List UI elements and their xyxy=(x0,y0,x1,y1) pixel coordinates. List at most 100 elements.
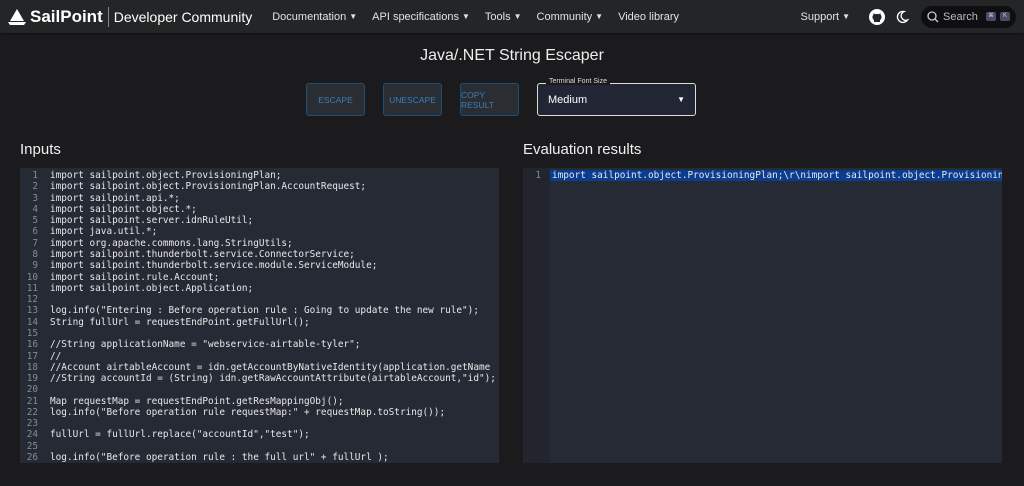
code-line: 13 log.info("Entering : Before operation … xyxy=(20,305,499,316)
nav-video-library[interactable]: Video library xyxy=(618,11,679,23)
nav-label: Video library xyxy=(618,10,680,23)
line-number: 26 xyxy=(26,452,38,463)
code-line: 23 xyxy=(20,418,499,429)
line-number: 17 xyxy=(26,350,38,362)
nav-community[interactable]: Community ▼ xyxy=(537,11,604,23)
code-text: import sailpoint.thunderbolt.service.mod… xyxy=(50,260,378,272)
nav-label: API specifications xyxy=(372,10,459,23)
terminal-font-size-select[interactable]: Terminal Font Size Medium ▼ xyxy=(537,78,696,116)
line-number: 22 xyxy=(26,406,38,418)
caret-down-icon: ▼ xyxy=(461,12,470,21)
code-line: 1 import sailpoint.object.ProvisioningPla… xyxy=(523,170,1002,182)
line-number: 10 xyxy=(26,271,38,283)
code-text: import sailpoint.object.ProvisioningPlan… xyxy=(50,181,367,193)
brand-title[interactable]: Developer Community xyxy=(114,9,253,25)
caret-down-icon: ▼ xyxy=(595,12,604,21)
font-size-value: Medium xyxy=(548,93,588,106)
line-number: 23 xyxy=(26,418,38,430)
code-text: import sailpoint.object.*; xyxy=(50,203,197,215)
nav-tools[interactable]: Tools ▼ xyxy=(485,11,522,23)
code-text: import sailpoint.rule.Account; xyxy=(50,271,220,283)
line-number: 9 xyxy=(32,260,38,272)
sailpoint-logo[interactable]: SailPoint xyxy=(8,7,103,27)
code-text: log.info("Entering : Before operation ru… xyxy=(50,305,479,317)
caret-down-icon: ▼ xyxy=(842,12,850,21)
nav-label: Support xyxy=(800,10,840,23)
code-line: 15 xyxy=(20,328,499,339)
sail-icon xyxy=(8,8,26,25)
code-text: import sailpoint.object.ProvisioningPlan… xyxy=(550,170,1002,182)
kbd-k: K xyxy=(1000,12,1010,21)
kbd-cmd: ⌘ xyxy=(986,12,996,21)
code-line: 11 import sailpoint.object.Application; xyxy=(20,283,499,294)
line-number: 25 xyxy=(26,440,38,452)
line-number: 11 xyxy=(26,282,38,294)
line-number: 3 xyxy=(32,192,38,204)
font-size-label: Terminal Font Size xyxy=(546,78,610,85)
code-line: 8 import sailpoint.thunderbolt.service.Co… xyxy=(20,249,499,260)
line-number: 21 xyxy=(26,395,38,407)
toolbar: ESCAPE UNESCAPE COPY RESULT Terminal Fon… xyxy=(0,78,1024,116)
code-text: String fullUrl = requestEndPoint.getFull… xyxy=(50,316,310,328)
code-text: import org.apache.commons.lang.StringUti… xyxy=(50,237,293,249)
search-placeholder: Search xyxy=(943,10,978,23)
line-number: 20 xyxy=(26,384,38,396)
code-text: fullUrl = fullUrl.replace("accountId","t… xyxy=(50,429,310,441)
line-number: 5 xyxy=(32,215,38,227)
results-editor[interactable]: 1 import sailpoint.object.ProvisioningPla… xyxy=(523,168,1002,463)
code-line: 26 log.info("Before operation rule : the … xyxy=(20,452,499,463)
search-icon xyxy=(927,10,939,22)
page-title: Java/.NET String Escaper xyxy=(420,47,604,64)
code-line: 7 import org.apache.commons.lang.StringUt… xyxy=(20,238,499,249)
logo-text: SailPoint xyxy=(30,6,103,26)
copy-result-button[interactable]: COPY RESULT xyxy=(460,83,519,116)
inputs-editor[interactable]: 1 import sailpoint.object.ProvisioningPla… xyxy=(20,168,499,463)
code-text: import sailpoint.object.ProvisioningPlan… xyxy=(50,170,282,181)
line-number: 1 xyxy=(32,170,38,181)
caret-down-icon: ▼ xyxy=(513,12,522,21)
line-number: 14 xyxy=(26,316,38,328)
escape-button[interactable]: ESCAPE xyxy=(306,83,365,116)
gutter xyxy=(523,168,550,463)
line-number: 15 xyxy=(26,327,38,339)
code-line: 20 xyxy=(20,384,499,395)
code-line: 12 xyxy=(20,294,499,305)
code-line: 25 xyxy=(20,441,499,452)
line-number: 24 xyxy=(26,429,38,441)
code-text: //Account airtableAccount = idn.getAccou… xyxy=(50,361,491,373)
code-line: 5 import sailpoint.server.idnRuleUtil; xyxy=(20,215,499,226)
line-number: 6 xyxy=(32,226,38,238)
code-text: import sailpoint.server.idnRuleUtil; xyxy=(50,215,254,227)
line-number: 16 xyxy=(26,339,38,351)
code-line: 9 import sailpoint.thunderbolt.service.mo… xyxy=(20,260,499,271)
code-line: 24 fullUrl = fullUrl.replace("accountId",… xyxy=(20,429,499,440)
code-line: 2 import sailpoint.object.ProvisioningPla… xyxy=(20,181,499,192)
search-button[interactable]: Search ⌘ K xyxy=(921,5,1016,28)
code-line: 16 //String applicationName = "webservice… xyxy=(20,339,499,350)
dark-mode-toggle-icon[interactable] xyxy=(895,10,909,24)
code-text: import java.util.*; xyxy=(50,226,158,238)
nav-documentation[interactable]: Documentation ▼ xyxy=(272,11,357,23)
line-number: 2 xyxy=(32,181,38,193)
code-line: 3 import sailpoint.api.*; xyxy=(20,193,499,204)
code-text: import sailpoint.api.*; xyxy=(50,192,180,204)
code-text: log.info("Before operation rule requestM… xyxy=(50,406,446,418)
line-number: 19 xyxy=(26,373,38,385)
code-line: 6 import java.util.*; xyxy=(20,226,499,237)
code-line: 14 String fullUrl = requestEndPoint.getFu… xyxy=(20,317,499,328)
code-text: import sailpoint.thunderbolt.service.Con… xyxy=(50,248,355,260)
line-number: 12 xyxy=(26,294,38,306)
nav-label: Documentation xyxy=(272,10,347,23)
caret-down-icon: ▼ xyxy=(349,12,358,21)
nav-support[interactable]: Support ▼ xyxy=(801,11,850,23)
code-line: 21 Map requestMap = requestEndPoint.getRe… xyxy=(20,396,499,407)
nav-api-specifications[interactable]: API specifications ▼ xyxy=(372,11,470,23)
nav-label: Tools xyxy=(484,10,511,23)
code-text: log.info("Before operation rule : the fu… xyxy=(50,452,389,463)
line-number: 7 xyxy=(32,237,38,249)
github-icon[interactable] xyxy=(869,8,885,25)
unescape-button[interactable]: UNESCAPE xyxy=(383,83,442,116)
logo-divider xyxy=(107,6,109,27)
navbar: SailPoint Developer Community Documentat… xyxy=(0,0,1024,33)
code-line: 17 // xyxy=(20,351,499,362)
